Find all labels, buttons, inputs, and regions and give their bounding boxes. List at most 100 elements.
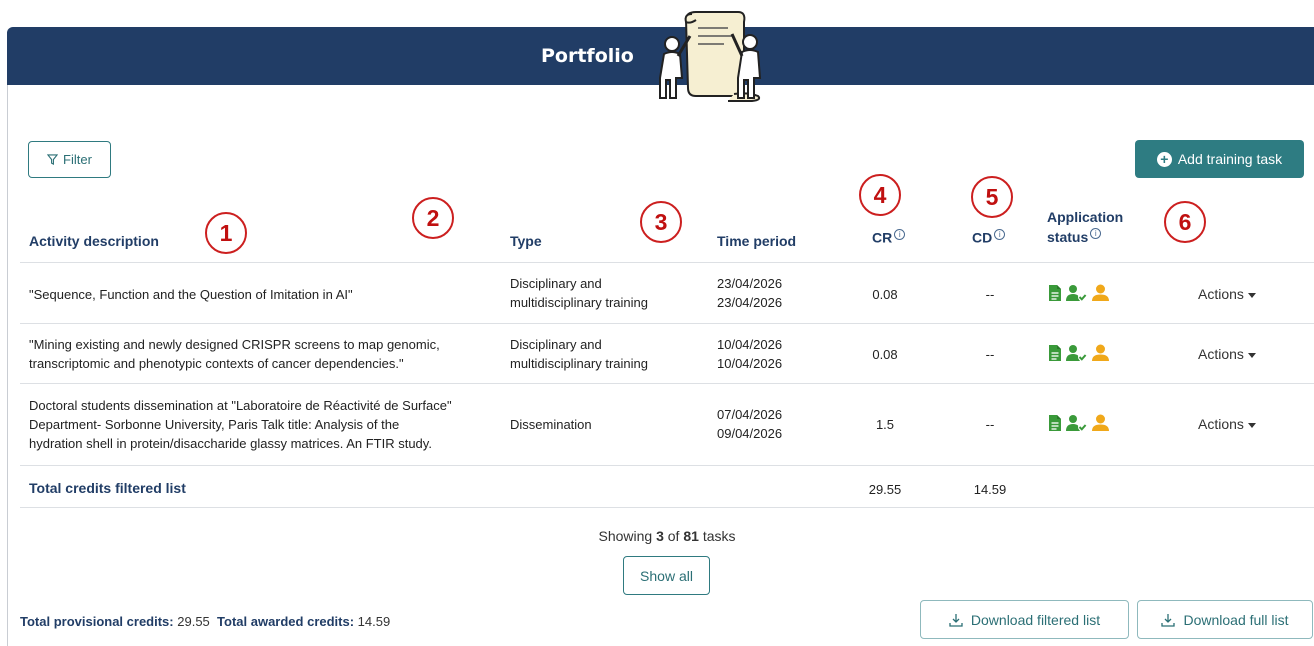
document-icon[interactable] — [1048, 344, 1062, 362]
user-icon[interactable] — [1092, 414, 1109, 432]
application-status-icons — [1048, 414, 1109, 432]
activity-type-line: multidisciplinary training — [510, 295, 648, 310]
cr-value: 0.08 — [872, 347, 898, 362]
document-icon[interactable] — [1048, 284, 1062, 302]
footer-credit-totals: Total provisional credits: 29.55 Total a… — [20, 614, 390, 629]
provisional-credits-label: Total provisional credits: — [20, 614, 174, 629]
divider — [20, 323, 1314, 324]
pagination-prefix: Showing — [598, 528, 653, 544]
application-status-icons — [1048, 284, 1109, 302]
column-header-cd[interactable]: CD i — [972, 229, 1006, 246]
cd-value: -- — [985, 347, 995, 362]
time-period-end: 23/04/2026 — [717, 295, 783, 310]
user-check-icon[interactable] — [1066, 344, 1088, 362]
plus-circle-icon: + — [1156, 151, 1172, 167]
activity-description-line: Department- Sorbonne University, Paris T… — [29, 417, 400, 432]
caret-down-icon — [1247, 422, 1256, 428]
activity-description-line: Doctoral students dissemination at "Labo… — [29, 398, 452, 413]
time-period-end: 09/04/2026 — [717, 426, 783, 441]
info-icon[interactable]: i — [994, 229, 1006, 240]
callout-6: 6 — [1164, 201, 1206, 243]
download-filtered-list-button[interactable]: Download filtered list — [920, 600, 1129, 639]
cd-value: -- — [985, 287, 995, 302]
divider — [20, 262, 1314, 263]
total-cr-value: 29.55 — [868, 482, 902, 497]
activity-description: Doctoral students dissemination at "Labo… — [29, 396, 452, 453]
filter-icon — [47, 154, 59, 165]
add-training-task-label: Add training task — [1177, 151, 1283, 167]
user-check-icon[interactable] — [1066, 414, 1088, 432]
total-cd-value: 14.59 — [973, 482, 1007, 497]
cd-value: -- — [985, 417, 995, 432]
info-icon[interactable]: i — [1090, 228, 1102, 240]
column-header-activity[interactable]: Activity description — [29, 233, 159, 249]
page-title: Portfolio — [541, 45, 634, 67]
activity-type: Dissemination — [510, 415, 592, 434]
column-header-cd-label: CD — [972, 229, 993, 246]
activity-type-line: multidisciplinary training — [510, 356, 648, 371]
user-icon[interactable] — [1092, 284, 1109, 302]
time-period-start: 07/04/2026 — [717, 407, 783, 422]
download-full-label: Download full list — [1183, 611, 1289, 628]
column-header-type[interactable]: Type — [510, 233, 542, 249]
divider — [20, 507, 1314, 508]
pagination-total-count: 81 — [683, 528, 699, 544]
activity-description-line: "Mining existing and newly designed CRIS… — [29, 337, 440, 352]
column-header-status-line1: Application — [1047, 209, 1124, 225]
download-icon — [949, 613, 963, 627]
time-period: 07/04/2026 09/04/2026 — [717, 405, 782, 443]
column-header-cr-label: CR — [872, 229, 893, 246]
activity-type-line: Disciplinary and — [510, 337, 602, 352]
provisional-credits-value: 29.55 — [177, 614, 210, 629]
user-check-icon[interactable] — [1066, 284, 1088, 302]
actions-dropdown[interactable]: Actions — [1198, 286, 1256, 302]
application-status-icons — [1048, 344, 1109, 362]
filter-button[interactable]: Filter — [28, 141, 111, 178]
caret-down-icon — [1247, 352, 1256, 358]
column-header-cr[interactable]: CR i — [872, 229, 906, 246]
column-header-status-line2: status — [1047, 229, 1089, 245]
callout-2: 2 — [412, 197, 454, 239]
actions-dropdown[interactable]: Actions — [1198, 416, 1256, 432]
add-training-task-button[interactable]: + Add training task — [1135, 140, 1304, 178]
callout-3: 3 — [640, 201, 682, 243]
time-period-end: 10/04/2026 — [717, 356, 783, 371]
callout-5: 5 — [971, 176, 1013, 218]
activity-description: "Sequence, Function and the Question of … — [29, 287, 353, 302]
download-filtered-label: Download filtered list — [970, 611, 1101, 628]
activity-type: Disciplinary and multidisciplinary train… — [510, 335, 648, 373]
awarded-credits-label: Total awarded credits: — [217, 614, 355, 629]
actions-dropdown[interactable]: Actions — [1198, 346, 1256, 362]
callout-4: 4 — [859, 174, 901, 216]
pagination-suffix: tasks — [702, 528, 736, 544]
mascot-scroll-illustration — [659, 11, 762, 102]
actions-label: Actions — [1198, 346, 1244, 362]
activity-type: Disciplinary and multidisciplinary train… — [510, 274, 648, 312]
divider — [20, 383, 1314, 384]
actions-label: Actions — [1198, 416, 1244, 432]
divider — [20, 465, 1314, 466]
download-full-list-button[interactable]: Download full list — [1137, 600, 1313, 639]
cr-value: 0.08 — [872, 287, 898, 302]
time-period-start: 10/04/2026 — [717, 337, 783, 352]
filter-button-label: Filter — [63, 152, 92, 167]
activity-type-line: Disciplinary and — [510, 276, 602, 291]
activity-description-line: transcriptomic and phenotypic contexts o… — [29, 356, 404, 371]
info-icon[interactable]: i — [894, 229, 906, 240]
time-period: 10/04/2026 10/04/2026 — [717, 335, 782, 373]
show-all-button[interactable]: Show all — [623, 556, 710, 595]
user-icon[interactable] — [1092, 344, 1109, 362]
time-period-start: 23/04/2026 — [717, 276, 783, 291]
download-icon — [1161, 613, 1176, 627]
column-header-time[interactable]: Time period — [717, 233, 796, 249]
document-icon[interactable] — [1048, 414, 1062, 432]
awarded-credits-value: 14.59 — [357, 614, 391, 629]
activity-description-line: hydration shell in protein/disaccharide … — [29, 436, 432, 451]
time-period: 23/04/2026 23/04/2026 — [717, 274, 782, 312]
pagination-summary: Showing 3 of 81 tasks — [0, 528, 1314, 544]
column-header-status[interactable]: Application status i — [1047, 207, 1123, 247]
cr-value: 1.5 — [875, 417, 895, 432]
activity-type-line: Dissemination — [510, 417, 592, 432]
activity-description: "Mining existing and newly designed CRIS… — [29, 335, 440, 373]
callout-1: 1 — [205, 212, 247, 254]
